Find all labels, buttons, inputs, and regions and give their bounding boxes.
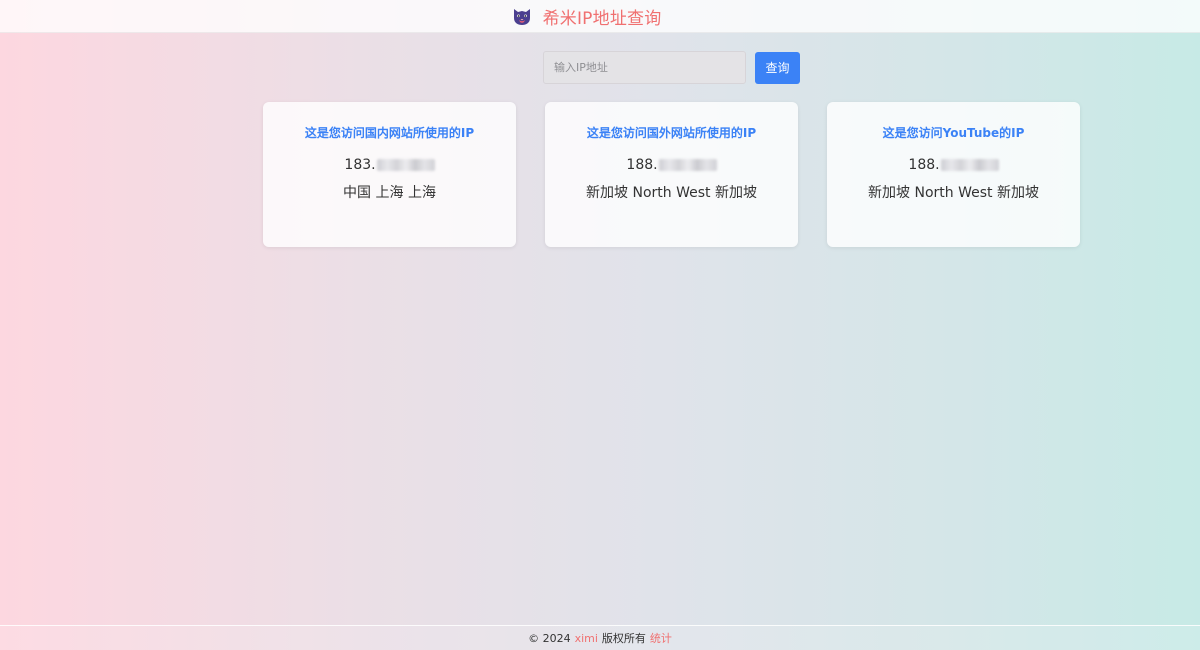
brand[interactable]: 希米IP地址查询 (511, 4, 662, 29)
ip-redacted (658, 159, 717, 171)
ip-search-input[interactable] (543, 51, 746, 84)
copyright-text: © 2024 (528, 631, 571, 645)
ip-redacted (376, 159, 435, 171)
ip-redacted (940, 159, 999, 171)
card-location: 新加坡 North West 新加坡 (586, 185, 757, 201)
domestic-ip-card: 这是您访问国内网站所使用的IP 183. 中国 上海 上海 (263, 102, 516, 247)
top-bar: 希米IP地址查询 (0, 0, 1200, 33)
ip-prefix: 183. (344, 157, 376, 173)
ip-prefix: 188. (908, 157, 940, 173)
card-title: 这是您访问国外网站所使用的IP (586, 126, 757, 140)
rights-text: 版权所有 (601, 632, 646, 645)
foreign-ip-card: 这是您访问国外网站所使用的IP 188. 新加坡 North West 新加坡 (545, 102, 798, 247)
stats-link[interactable]: 统计 (650, 630, 672, 646)
search-bar: 查询 (543, 51, 800, 84)
card-location: 中国 上海 上海 (343, 185, 436, 201)
card-title: 这是您访问YouTube的IP (882, 126, 1025, 140)
youtube-ip-card: 这是您访问YouTube的IP 188. 新加坡 North West 新加坡 (827, 102, 1080, 247)
page-title: 希米IP地址查询 (542, 8, 662, 29)
footer: © 2024 ximi 版权所有 统计 (0, 625, 1200, 650)
search-button[interactable]: 查询 (755, 51, 800, 84)
card-title: 这是您访问国内网站所使用的IP (304, 126, 475, 140)
card-location: 新加坡 North West 新加坡 (868, 185, 1039, 201)
card-ip: 183. (344, 156, 435, 174)
ip-prefix: 188. (626, 157, 658, 173)
card-ip: 188. (908, 156, 999, 174)
card-ip: 188. (626, 156, 717, 174)
footer-brand-link[interactable]: ximi (575, 632, 598, 645)
ip-cards: 这是您访问国内网站所使用的IP 183. 中国 上海 上海 这是您访问国外网站所… (263, 102, 1080, 247)
cat-face-icon (511, 5, 533, 27)
